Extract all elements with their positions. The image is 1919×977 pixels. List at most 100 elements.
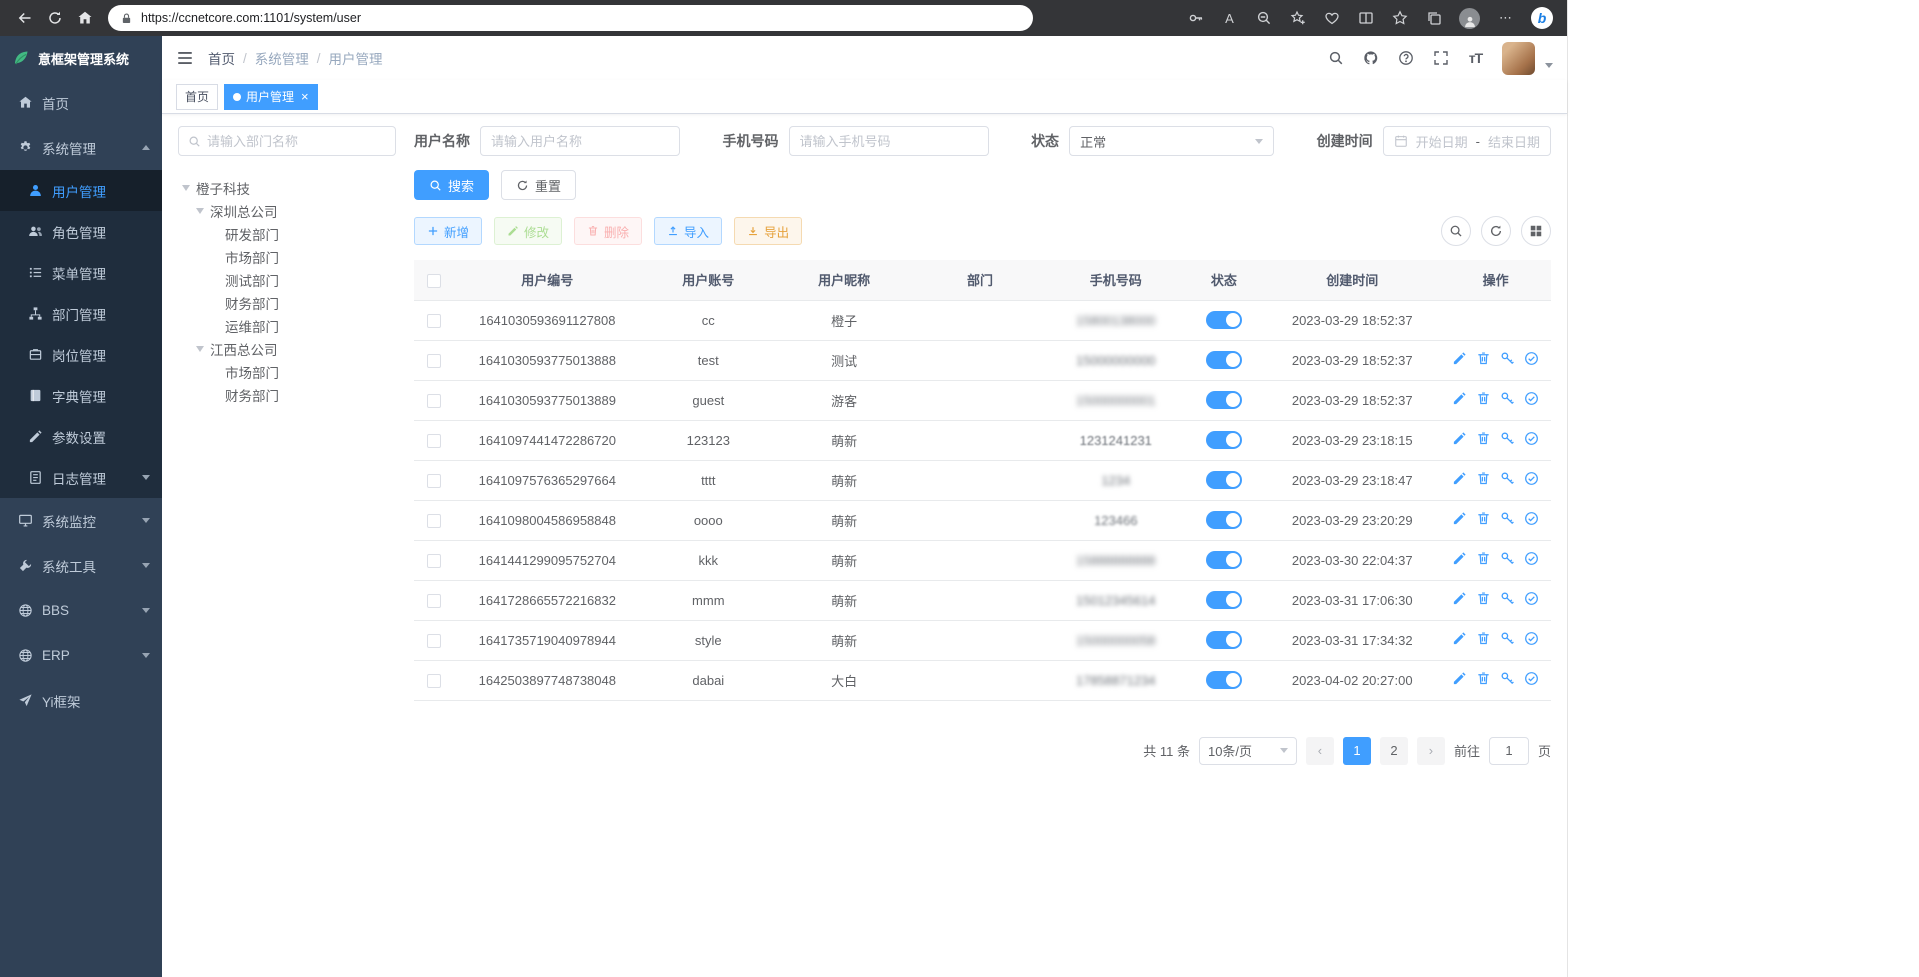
favorites-add-icon[interactable] [1289, 10, 1306, 27]
row-assign-role-icon[interactable] [1524, 391, 1539, 406]
user-avatar[interactable] [1502, 42, 1535, 75]
status-toggle[interactable] [1206, 351, 1242, 369]
row-delete-icon[interactable] [1476, 511, 1491, 526]
status-select[interactable]: 正常 [1069, 126, 1274, 156]
sidebar-item-post-management[interactable]: 岗位管理 [0, 334, 162, 375]
sidebar-item-home[interactable]: 首页 [0, 80, 162, 125]
hamburger-icon[interactable] [176, 49, 194, 67]
row-delete-icon[interactable] [1476, 431, 1491, 446]
row-assign-role-icon[interactable] [1524, 631, 1539, 646]
sidebar-item-log-management[interactable]: 日志管理 [0, 457, 162, 498]
refresh-table-button[interactable] [1481, 216, 1511, 246]
select-all-checkbox[interactable] [427, 274, 441, 288]
address-bar[interactable]: https://ccnetcore.com:1101/system/user [108, 5, 1033, 31]
header-search-icon[interactable] [1327, 50, 1344, 67]
status-toggle[interactable] [1206, 511, 1242, 529]
row-edit-icon[interactable] [1452, 431, 1467, 446]
tree-node[interactable]: 测试部门 [178, 268, 396, 291]
column-settings-button[interactable] [1521, 216, 1551, 246]
sidebar-item-user-management[interactable]: 用户管理 [0, 170, 162, 211]
browser-home-icon[interactable] [70, 3, 100, 33]
tree-node[interactable]: 深圳总公司 [178, 199, 396, 222]
split-screen-icon[interactable] [1357, 10, 1374, 27]
row-delete-icon[interactable] [1476, 471, 1491, 486]
row-checkbox[interactable] [427, 674, 441, 688]
row-reset-password-icon[interactable] [1500, 671, 1515, 686]
row-assign-role-icon[interactable] [1524, 351, 1539, 366]
row-reset-password-icon[interactable] [1500, 391, 1515, 406]
sidebar-item-menu-management[interactable]: 菜单管理 [0, 252, 162, 293]
row-edit-icon[interactable] [1452, 631, 1467, 646]
browser-profile-avatar[interactable] [1459, 8, 1480, 29]
search-button[interactable]: 搜索 [414, 170, 489, 200]
dept-search-input[interactable] [207, 134, 386, 149]
sidebar-item-system-management[interactable]: 系统管理 [0, 125, 162, 170]
row-reset-password-icon[interactable] [1500, 431, 1515, 446]
sidebar-item-system-tools[interactable]: 系统工具 [0, 543, 162, 588]
row-checkbox[interactable] [427, 354, 441, 368]
row-checkbox[interactable] [427, 594, 441, 608]
row-assign-role-icon[interactable] [1524, 471, 1539, 486]
edit-user-button[interactable]: 修改 [494, 217, 562, 245]
username-input[interactable] [480, 126, 680, 156]
row-assign-role-icon[interactable] [1524, 591, 1539, 606]
status-toggle[interactable] [1206, 391, 1242, 409]
password-key-icon[interactable] [1187, 10, 1204, 27]
sidebar-item-dept-management[interactable]: 部门管理 [0, 293, 162, 334]
row-reset-password-icon[interactable] [1500, 631, 1515, 646]
read-aloud-icon[interactable]: A [1221, 10, 1238, 27]
row-edit-icon[interactable] [1452, 391, 1467, 406]
font-size-icon[interactable]: тT [1467, 50, 1484, 67]
status-toggle[interactable] [1206, 631, 1242, 649]
row-delete-icon[interactable] [1476, 551, 1491, 566]
sidebar-item-bbs[interactable]: BBS [0, 588, 162, 633]
reset-button[interactable]: 重置 [501, 170, 576, 200]
status-toggle[interactable] [1206, 311, 1242, 329]
sidebar-item-role-management[interactable]: 角色管理 [0, 211, 162, 252]
row-assign-role-icon[interactable] [1524, 551, 1539, 566]
next-page-button[interactable]: › [1417, 737, 1445, 765]
row-checkbox[interactable] [427, 474, 441, 488]
status-toggle[interactable] [1206, 431, 1242, 449]
row-edit-icon[interactable] [1452, 511, 1467, 526]
sidebar-item-param-settings[interactable]: 参数设置 [0, 416, 162, 457]
favorites-icon[interactable] [1391, 10, 1408, 27]
page-button-1[interactable]: 1 [1343, 737, 1371, 765]
row-checkbox[interactable] [427, 554, 441, 568]
export-button[interactable]: 导出 [734, 217, 802, 245]
row-edit-icon[interactable] [1452, 591, 1467, 606]
add-user-button[interactable]: 新增 [414, 217, 482, 245]
row-delete-icon[interactable] [1476, 351, 1491, 366]
reload-icon[interactable] [40, 3, 70, 33]
row-edit-icon[interactable] [1452, 551, 1467, 566]
sidebar-item-system-monitor[interactable]: 系统监控 [0, 498, 162, 543]
sidebar-item-yi-framework[interactable]: Yi框架 [0, 678, 162, 723]
delete-user-button[interactable]: 删除 [574, 217, 642, 245]
help-icon[interactable] [1397, 50, 1414, 67]
close-icon[interactable]: × [301, 90, 309, 103]
sidebar-item-erp[interactable]: ERP [0, 633, 162, 678]
row-checkbox[interactable] [427, 394, 441, 408]
fullscreen-icon[interactable] [1432, 50, 1449, 67]
row-reset-password-icon[interactable] [1500, 551, 1515, 566]
browser-menu-icon[interactable]: ⋯ [1497, 10, 1514, 27]
back-icon[interactable] [10, 3, 40, 33]
tree-node[interactable]: 运维部门 [178, 314, 396, 337]
goto-page-input[interactable] [1489, 737, 1529, 765]
row-checkbox[interactable] [427, 634, 441, 648]
status-toggle[interactable] [1206, 591, 1242, 609]
row-assign-role-icon[interactable] [1524, 671, 1539, 686]
page-size-select[interactable]: 10条/页 [1199, 737, 1297, 765]
row-reset-password-icon[interactable] [1500, 351, 1515, 366]
row-delete-icon[interactable] [1476, 391, 1491, 406]
tree-node[interactable]: 财务部门 [178, 291, 396, 314]
row-checkbox[interactable] [427, 314, 441, 328]
import-button[interactable]: 导入 [654, 217, 722, 245]
row-edit-icon[interactable] [1452, 471, 1467, 486]
row-reset-password-icon[interactable] [1500, 471, 1515, 486]
status-toggle[interactable] [1206, 551, 1242, 569]
collections-icon[interactable] [1425, 10, 1442, 27]
page-button-2[interactable]: 2 [1380, 737, 1408, 765]
zoom-out-icon[interactable] [1255, 10, 1272, 27]
tab-0[interactable]: 首页 [176, 84, 218, 110]
